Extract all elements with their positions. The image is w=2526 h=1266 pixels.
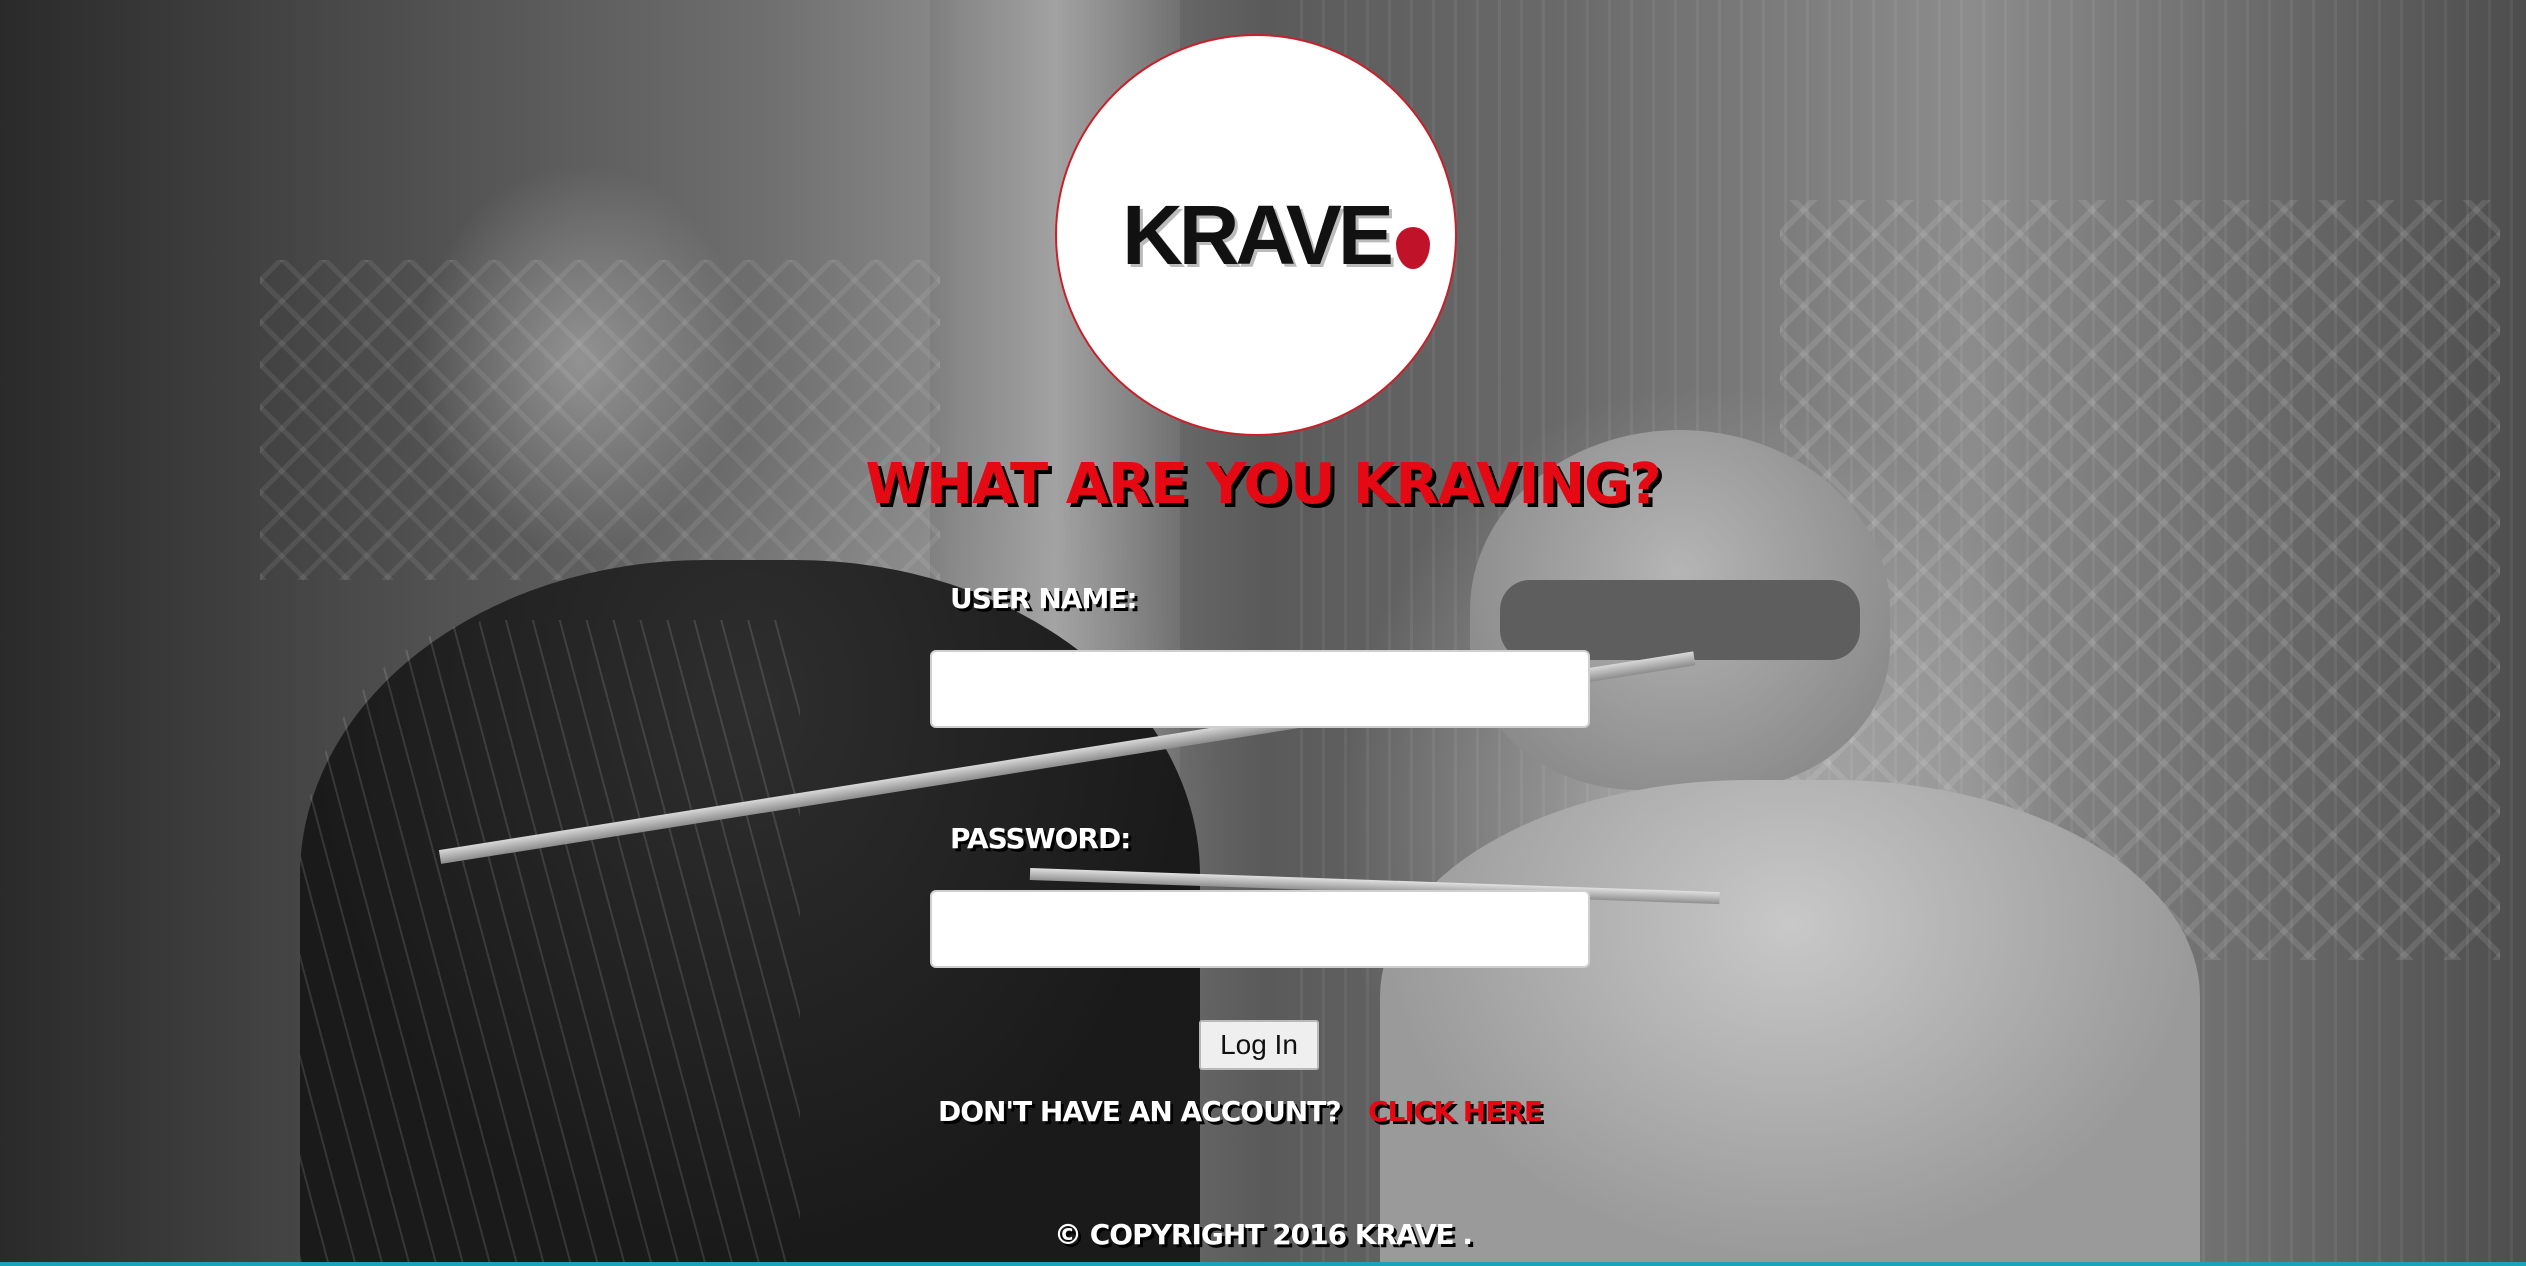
logo: KRAVE — [1122, 187, 1430, 284]
copyright-text: © COPYRIGHT 2016 KRAVE . — [1053, 1218, 1473, 1251]
strawberry-icon — [1395, 226, 1430, 269]
signup-link[interactable]: CLICK HERE — [1368, 1095, 1543, 1128]
background-suit-stripes — [300, 620, 800, 1262]
password-label: PASSWORD: — [950, 822, 1131, 855]
background-hatband — [1500, 580, 1860, 660]
background-lattice-left — [260, 260, 940, 580]
username-input[interactable] — [930, 650, 1590, 728]
logo-badge: KRAVE — [1055, 34, 1457, 436]
footer-divider — [0, 1262, 2526, 1266]
password-input[interactable] — [930, 890, 1590, 968]
background-woman — [1380, 780, 2200, 1262]
login-button[interactable]: Log In — [1199, 1020, 1319, 1070]
signup-prompt: DON'T HAVE AN ACCOUNT? — [938, 1095, 1342, 1128]
page-title: WHAT ARE YOU KRAVING? — [865, 452, 1661, 517]
username-label: USER NAME: — [950, 582, 1138, 615]
logo-text: KRAVE — [1122, 187, 1394, 282]
